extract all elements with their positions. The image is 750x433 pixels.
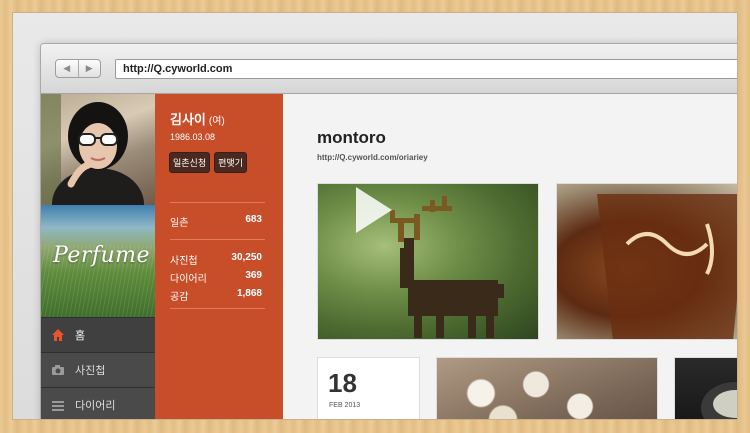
video-thumbnail-deer[interactable] <box>317 183 539 340</box>
stat-label: 일촌 <box>170 218 189 229</box>
date-month: FEB 2013 <box>329 402 361 409</box>
stat-value: 30,250 <box>231 252 262 263</box>
browser-window: ◀ ▶ http://Q.cyworld.com Perfume 홈 사진첩 다… <box>40 43 737 419</box>
ilchon-request-button[interactable]: 일촌신청 <box>169 152 211 173</box>
stat-photos[interactable]: 사진첩 30,250 <box>170 252 262 267</box>
stat-value: 369 <box>245 270 262 281</box>
page-title: montoro <box>317 128 386 147</box>
camera-icon <box>51 363 65 377</box>
nav-buttons: ◀ ▶ <box>55 59 101 78</box>
address-bar[interactable]: http://Q.cyworld.com <box>115 59 737 79</box>
photo-thumbnail-blossom[interactable] <box>436 357 658 419</box>
deer-art <box>390 196 504 338</box>
profile-actions: 일촌신청 편맺기 <box>169 152 247 173</box>
menu-label-home: 홈 <box>75 330 86 342</box>
menu-item-home[interactable]: 홈 <box>41 317 155 352</box>
main-content: montoro http://Q.cyworld.com/oriariey 18… <box>283 94 737 419</box>
stat-diary[interactable]: 다이어리 369 <box>170 270 262 285</box>
stat-label: 사진첩 <box>170 256 198 267</box>
divider <box>170 202 265 203</box>
menu-label-photos: 사진첩 <box>75 365 106 377</box>
follow-button[interactable]: 편맺기 <box>214 152 247 173</box>
profile-photo-art <box>41 94 144 205</box>
date-day: 18 <box>328 368 357 398</box>
album-title: Perfume <box>53 243 151 268</box>
browser-toolbar: ◀ ▶ http://Q.cyworld.com <box>41 44 737 94</box>
menu-label-diary: 다이어리 <box>75 400 116 412</box>
stat-ilchon[interactable]: 일촌 683 <box>170 214 262 229</box>
profile-name-row: 김사이 (여) <box>170 109 225 128</box>
home-icon <box>51 328 65 342</box>
stat-label: 공감 <box>170 292 189 303</box>
stat-value: 1,868 <box>236 288 262 299</box>
stat-sympathy[interactable]: 공감 1,868 <box>170 288 262 303</box>
album-cover[interactable]: Perfume <box>41 205 155 317</box>
frame: ◀ ▶ http://Q.cyworld.com Perfume 홈 사진첩 다… <box>12 12 738 420</box>
back-arrow-icon: ◀ <box>63 63 71 73</box>
list-icon <box>51 398 65 412</box>
profile-photo[interactable] <box>41 94 155 205</box>
dark-art <box>701 382 737 419</box>
divider <box>170 308 265 309</box>
back-button[interactable]: ◀ <box>56 60 78 77</box>
cup-art <box>597 194 737 339</box>
profile-gender: (여) <box>208 116 225 127</box>
stat-value: 683 <box>245 214 262 225</box>
divider <box>170 239 265 240</box>
forward-button[interactable]: ▶ <box>77 60 101 77</box>
profile-birthdate: 1986.03.08 <box>170 132 216 142</box>
date-card[interactable]: 18 FEB 2013 <box>317 357 420 419</box>
profile-name: 김사이 <box>170 112 206 127</box>
page-url[interactable]: http://Q.cyworld.com/oriariey <box>317 153 428 162</box>
play-icon[interactable] <box>356 187 392 233</box>
sidebar: Perfume 홈 사진첩 다이어리 <box>41 94 155 419</box>
photo-thumbnail-cup[interactable] <box>556 183 737 340</box>
forward-arrow-icon: ▶ <box>85 63 93 73</box>
photo-thumbnail-dark[interactable] <box>674 357 737 419</box>
menu-item-photos[interactable]: 사진첩 <box>41 352 155 387</box>
menu-item-diary[interactable]: 다이어리 <box>41 387 155 419</box>
profile-panel: 김사이 (여) 1986.03.08 일촌신청 편맺기 일촌 683 사진첩 30… <box>155 94 283 419</box>
stat-label: 다이어리 <box>170 274 207 285</box>
